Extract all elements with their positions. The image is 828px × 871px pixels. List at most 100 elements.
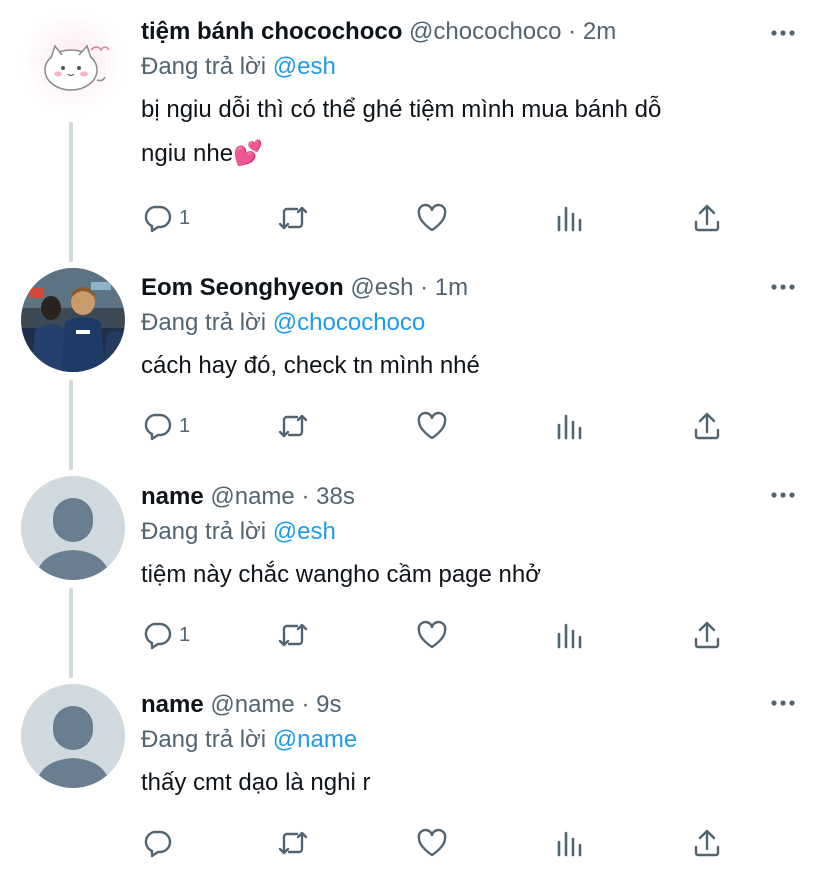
timestamp[interactable]: 38s bbox=[316, 483, 355, 510]
cat-sticker-icon bbox=[21, 10, 125, 114]
timestamp[interactable]: 2m bbox=[583, 18, 616, 45]
mention-link[interactable]: @chocochoco bbox=[273, 309, 425, 336]
replying-to-label: Đang trả lời bbox=[141, 726, 267, 753]
reply-icon bbox=[144, 413, 172, 441]
reply-button[interactable]: 1 bbox=[141, 406, 190, 446]
replying-to: Đang trả lời @esh bbox=[141, 50, 808, 84]
analytics-icon bbox=[557, 414, 582, 440]
reply-button[interactable]: 1 bbox=[141, 615, 190, 655]
reply-button[interactable]: 1 bbox=[141, 198, 190, 238]
tweet[interactable]: name @name · 38s Đang trả lời @esh tiệm … bbox=[0, 465, 828, 675]
share-icon bbox=[694, 412, 720, 440]
tweet-text: tiệm này chắc wangho cầm page nhở bbox=[141, 553, 808, 597]
analytics-icon bbox=[557, 206, 582, 232]
heart-icon bbox=[417, 828, 447, 857]
share-button[interactable] bbox=[691, 823, 723, 863]
retweet-button[interactable] bbox=[277, 198, 309, 238]
share-icon bbox=[694, 621, 720, 649]
analytics-button[interactable] bbox=[554, 406, 586, 446]
tweet-text-line: bị ngiu dỗi thì có thể ghé tiệm mình mua… bbox=[141, 96, 662, 123]
heart-icon bbox=[417, 203, 447, 232]
reply-count: 1 bbox=[179, 206, 191, 229]
reply-button[interactable] bbox=[141, 823, 179, 863]
replying-to: Đang trả lời @name bbox=[141, 723, 808, 757]
tweet[interactable]: name @name · 9s Đang trả lời @name thấy … bbox=[0, 673, 828, 871]
tweet-text: cách hay đó, check tn mình nhé bbox=[141, 344, 808, 388]
like-button[interactable] bbox=[416, 198, 448, 238]
like-button[interactable] bbox=[416, 615, 448, 655]
mention-link[interactable]: @name bbox=[273, 726, 357, 753]
retweet-icon bbox=[278, 831, 308, 855]
retweet-button[interactable] bbox=[277, 615, 309, 655]
replying-to: Đang trả lời @chocochoco bbox=[141, 306, 808, 340]
analytics-button[interactable] bbox=[554, 615, 586, 655]
analytics-button[interactable] bbox=[554, 198, 586, 238]
avatar[interactable] bbox=[21, 268, 125, 372]
mention-link[interactable]: @esh bbox=[273, 53, 336, 80]
avatar[interactable] bbox=[21, 476, 125, 580]
separator-dot: · bbox=[301, 483, 310, 510]
tweet-text-line: ngiu nhe💕 bbox=[141, 140, 263, 167]
user-handle[interactable]: @chocochoco bbox=[409, 18, 561, 45]
separator-dot: · bbox=[420, 274, 429, 301]
avatar[interactable] bbox=[21, 10, 125, 114]
share-button[interactable] bbox=[691, 615, 723, 655]
mention-link[interactable]: @esh bbox=[273, 518, 336, 545]
reply-icon bbox=[144, 622, 172, 650]
share-button[interactable] bbox=[691, 406, 723, 446]
heart-icon bbox=[417, 620, 447, 649]
replying-to-label: Đang trả lời bbox=[141, 53, 267, 80]
more-options-icon[interactable] bbox=[770, 282, 796, 292]
user-handle[interactable]: @esh bbox=[350, 274, 413, 301]
timestamp[interactable]: 1m bbox=[435, 274, 468, 301]
tweet-text: bị ngiu dỗi thì có thể ghé tiệm mình mua… bbox=[141, 88, 808, 176]
analytics-icon bbox=[557, 831, 582, 857]
retweet-icon bbox=[278, 206, 308, 230]
retweet-button[interactable] bbox=[277, 406, 309, 446]
like-button[interactable] bbox=[416, 406, 448, 446]
tweet-header: tiệm bánh chocochoco @chocochoco · 2m bbox=[141, 14, 808, 50]
like-button[interactable] bbox=[416, 823, 448, 863]
separator-dot: · bbox=[301, 691, 310, 718]
more-options-icon[interactable] bbox=[770, 490, 796, 500]
share-icon bbox=[694, 204, 720, 232]
photo-avatar-icon bbox=[21, 268, 125, 372]
heart-icon bbox=[417, 411, 447, 440]
replying-to-label: Đang trả lời bbox=[141, 309, 267, 336]
user-handle[interactable]: @name bbox=[210, 691, 294, 718]
analytics-button[interactable] bbox=[554, 823, 586, 863]
reply-icon bbox=[144, 205, 172, 233]
share-button[interactable] bbox=[691, 198, 723, 238]
avatar[interactable] bbox=[21, 684, 125, 788]
reply-count: 1 bbox=[179, 623, 191, 646]
tweet[interactable]: Eom Seonghyeon @esh · 1m Đang trả lời @c… bbox=[0, 256, 828, 466]
analytics-icon bbox=[557, 623, 582, 649]
reply-count: 1 bbox=[179, 414, 191, 437]
tweet-header: Eom Seonghyeon @esh · 1m bbox=[141, 270, 808, 306]
more-options-icon[interactable] bbox=[770, 28, 796, 38]
tweet-text-line: tiệm này chắc wangho cầm page nhở bbox=[141, 561, 541, 588]
display-name[interactable]: Eom Seonghyeon bbox=[141, 274, 344, 301]
tweet-header: name @name · 38s bbox=[141, 479, 808, 515]
tweet-text: thấy cmt dạo là nghi r bbox=[141, 761, 808, 805]
more-options-icon[interactable] bbox=[770, 698, 796, 708]
user-handle[interactable]: @name bbox=[210, 483, 294, 510]
retweet-icon bbox=[278, 623, 308, 647]
default-avatar-icon bbox=[21, 476, 125, 580]
tweet[interactable]: tiệm bánh chocochoco @chocochoco · 2m Đa… bbox=[0, 0, 828, 250]
retweet-button[interactable] bbox=[277, 823, 309, 863]
display-name[interactable]: name bbox=[141, 483, 204, 510]
share-icon bbox=[694, 829, 720, 857]
display-name[interactable]: tiệm bánh chocochoco bbox=[141, 18, 402, 45]
retweet-icon bbox=[278, 414, 308, 438]
tweet-actions: 1 bbox=[141, 406, 741, 446]
tweet-actions: 1 bbox=[141, 615, 741, 655]
replying-to: Đang trả lời @esh bbox=[141, 515, 808, 549]
timestamp[interactable]: 9s bbox=[316, 691, 341, 718]
tweet-actions bbox=[141, 823, 741, 863]
display-name[interactable]: name bbox=[141, 691, 204, 718]
tweet-header: name @name · 9s bbox=[141, 687, 808, 723]
tweet-text-line: thấy cmt dạo là nghi r bbox=[141, 769, 371, 796]
tweet-text-line: cách hay đó, check tn mình nhé bbox=[141, 352, 480, 379]
tweet-actions: 1 bbox=[141, 198, 741, 238]
